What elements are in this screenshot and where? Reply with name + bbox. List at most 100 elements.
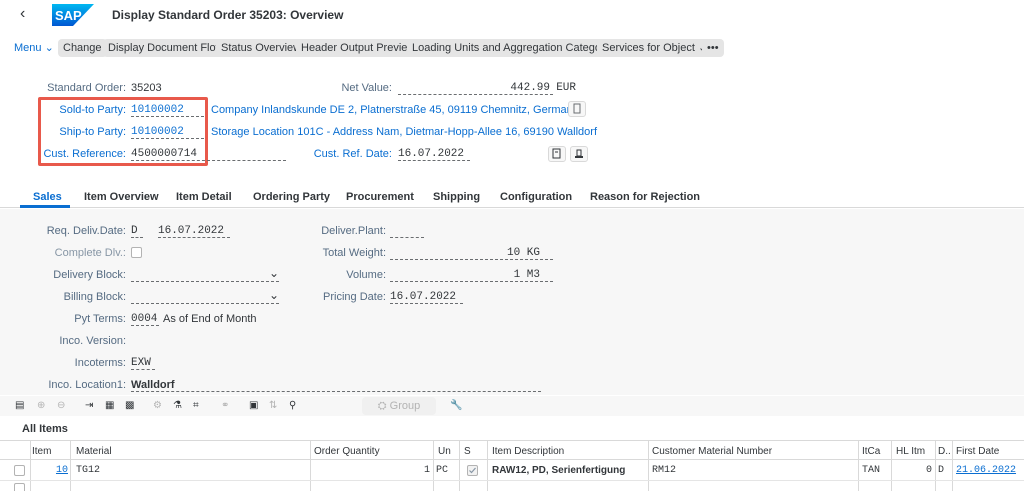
insert-icon[interactable]: ⇥: [85, 400, 93, 411]
col-s[interactable]: S: [464, 446, 471, 457]
sold-to-party-label: Sold-to Party:: [59, 104, 126, 116]
change-button[interactable]: Change: [58, 39, 107, 57]
tab-item-overview[interactable]: Item Overview: [84, 191, 159, 203]
delivery-block-label: Delivery Block:: [53, 269, 126, 281]
complete-dlv-checkbox[interactable]: [131, 247, 142, 258]
stamp-icon: [575, 149, 583, 158]
billing-block-dropdown[interactable]: ⌄: [269, 288, 279, 302]
stamp-button[interactable]: [570, 146, 588, 162]
row-d: D: [938, 465, 945, 476]
row-un: PC: [436, 465, 449, 476]
incoterms-label: Incoterms:: [74, 357, 126, 369]
row-s-checkbox: [467, 465, 478, 476]
status-overview-button[interactable]: Status Overview: [216, 39, 307, 57]
add-row-icon[interactable]: ⊕: [37, 400, 45, 411]
col-un[interactable]: Un: [438, 446, 451, 457]
ship-to-party-label: Ship-to Party:: [59, 126, 126, 138]
inco-version-label: Inco. Version:: [59, 335, 126, 347]
pyt-terms-description: As of End of Month: [163, 313, 257, 325]
copy-button[interactable]: [568, 101, 586, 117]
col-item-description[interactable]: Item Description: [492, 446, 564, 457]
filter-icon[interactable]: ⚲: [289, 400, 296, 411]
shell-bar: ‹ SAP Display Standard Order 35203: Over…: [0, 0, 1024, 30]
conditions-icon[interactable]: ⌗: [193, 400, 199, 411]
items-table-header: Item Material Order Quantity Un S Item D…: [0, 440, 1024, 460]
net-value-value: 442.99: [510, 82, 550, 94]
tab-procurement[interactable]: Procurement: [346, 191, 414, 203]
table-toolbar: ▤ ⊕ ⊖ ⇥ ▦ ▩ ⚙ ⚗ ⌗ ⚭ ▣ ⇅ ⚲ ⛭ Group 🔧: [0, 396, 1024, 416]
ship-to-party-description[interactable]: Storage Location 101C - Address Nam, Die…: [211, 126, 597, 138]
row-item[interactable]: 10: [40, 465, 68, 476]
req-deliv-date-value: 16.07.2022: [158, 225, 225, 237]
menu-button[interactable]: Menu ⌄: [14, 41, 54, 54]
loading-units-button[interactable]: Loading Units and Aggregation Categories: [407, 39, 624, 57]
group-button[interactable]: ⛭ Group: [362, 397, 436, 415]
inco-location-label: Inco. Location1:: [48, 379, 126, 391]
tab-ordering-party[interactable]: Ordering Party: [253, 191, 330, 203]
total-weight-value: 10 KG: [506, 247, 540, 259]
tab-bar: Sales Item Overview Item Detail Ordering…: [0, 188, 1024, 208]
row-itca: TAN: [862, 465, 881, 476]
more-button[interactable]: •••: [702, 39, 724, 57]
tab-sales[interactable]: Sales: [33, 191, 62, 203]
cust-ref-date-value: 16.07.2022: [398, 148, 465, 160]
delivery-block-dropdown[interactable]: ⌄: [269, 266, 279, 280]
row-select-checkbox[interactable]: [14, 483, 25, 491]
col-itca[interactable]: ItCa: [862, 446, 880, 457]
col-customer-material-number[interactable]: Customer Material Number: [652, 446, 772, 457]
deliver-plant-label: Deliver.Plant:: [321, 225, 386, 237]
chevron-down-icon: ⌄: [44, 42, 54, 54]
active-tab-indicator: [20, 205, 70, 208]
req-deliv-date-label: Req. Deliv.Date:: [46, 225, 126, 237]
table-icon[interactable]: ▣: [249, 400, 258, 411]
row-item-description: RAW12, PD, Serienfertigung: [492, 465, 626, 476]
sort-icon[interactable]: ⇅: [269, 400, 277, 411]
tab-item-detail[interactable]: Item Detail: [176, 191, 232, 203]
pyt-terms-value: 0004: [131, 313, 158, 325]
standard-order-label: Standard Order:: [47, 82, 126, 94]
group-icon: ⛭: [377, 400, 387, 412]
col-d[interactable]: D..: [938, 446, 951, 457]
copy-icon: [573, 103, 581, 114]
link-icon[interactable]: ⚭: [221, 400, 229, 411]
pyt-terms-label: Pyt Terms:: [74, 313, 126, 325]
col-hl-itm[interactable]: HL Itm: [896, 446, 925, 457]
select-all-icon[interactable]: ▦: [105, 400, 114, 411]
tab-shipping[interactable]: Shipping: [433, 191, 480, 203]
chevron-down-icon: ⌄: [269, 288, 280, 302]
sold-to-party-description[interactable]: Company Inlandskunde DE 2, Platnerstraße…: [211, 104, 578, 116]
col-material[interactable]: Material: [76, 446, 112, 457]
col-order-quantity[interactable]: Order Quantity: [314, 446, 380, 457]
header-output-preview-button[interactable]: Header Output Preview: [296, 39, 421, 57]
display-document-flow-button[interactable]: Display Document Flow: [103, 39, 229, 57]
row-material: TG12: [76, 465, 101, 476]
sap-logo: SAP: [52, 4, 94, 26]
toolbar: Menu ⌄ Change Display Document Flow Stat…: [0, 37, 1024, 59]
cust-reference-label: Cust. Reference:: [43, 148, 126, 160]
pricing-icon[interactable]: ⚗: [173, 400, 182, 411]
ship-to-party-value[interactable]: 10100002: [131, 126, 184, 138]
tab-configuration[interactable]: Configuration: [500, 191, 572, 203]
sold-to-party-value[interactable]: 10100002: [131, 104, 184, 116]
tab-reason-for-rejection[interactable]: Reason for Rejection: [590, 191, 700, 203]
delete-row-icon[interactable]: ⊖: [57, 400, 65, 411]
deselect-all-icon[interactable]: ▩: [125, 400, 134, 411]
details-icon[interactable]: ▤: [15, 400, 24, 411]
items-table-title: All Items: [22, 423, 68, 435]
row-first-date[interactable]: 21.06.2022: [956, 465, 1016, 476]
billing-block-label: Billing Block:: [63, 291, 126, 303]
services-for-object-button[interactable]: Services for Object ⌄: [597, 39, 713, 57]
col-item[interactable]: Item: [32, 446, 51, 457]
cust-ref-date-label: Cust. Ref. Date:: [313, 148, 392, 160]
document-button[interactable]: [548, 146, 566, 162]
total-weight-label: Total Weight:: [322, 247, 386, 259]
row-customer-material-number: RM12: [652, 465, 677, 476]
row-select-checkbox[interactable]: [14, 465, 25, 476]
configure-icon[interactable]: ⚙: [153, 400, 162, 411]
row-order-quantity: 1: [423, 465, 430, 476]
svg-text:SAP: SAP: [55, 8, 82, 23]
complete-dlv-label: Complete Dlv.:: [54, 247, 126, 259]
col-first-date[interactable]: First Date: [956, 446, 999, 457]
back-button[interactable]: ‹: [20, 5, 25, 23]
settings-icon[interactable]: 🔧: [450, 400, 462, 411]
